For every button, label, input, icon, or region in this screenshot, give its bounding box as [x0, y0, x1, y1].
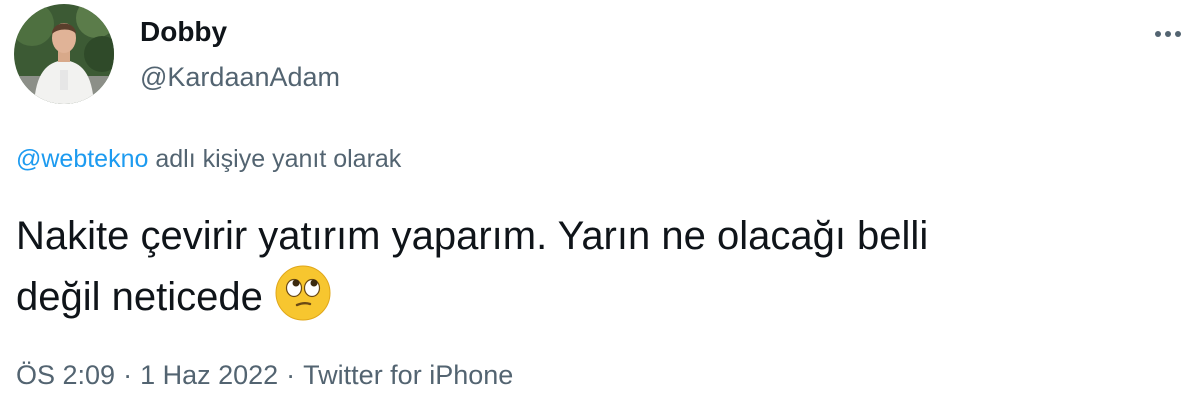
rolling-eyes-emoji-icon: [274, 264, 332, 322]
meta-separator: ·: [286, 360, 296, 390]
author-handle[interactable]: @KardaanAdam: [140, 60, 340, 94]
avatar-photo-icon: [14, 4, 114, 104]
tweet-text-line-2-text: değil neticede: [16, 275, 263, 319]
tweet-source-link[interactable]: Twitter for iPhone: [303, 360, 513, 390]
reply-context-suffix: adlı kişiye yanıt olarak: [155, 145, 402, 173]
tweet-metadata: ÖS 2:09 · 1 Haz 2022 · Twitter for iPhone: [16, 357, 513, 393]
tweet-text: Nakite çevirir yatırım yaparım. Yarın ne…: [16, 208, 1166, 325]
reply-context: @webtekno adlı kişiye yanıt olarak: [16, 142, 401, 176]
reply-mention-link[interactable]: @webtekno: [16, 145, 148, 173]
more-options-button[interactable]: [1148, 14, 1188, 54]
tweet-text-line-2: değil neticede: [16, 264, 1166, 325]
tweet-date[interactable]: 1 Haz 2022: [140, 360, 278, 390]
author-display-name[interactable]: Dobby: [140, 15, 227, 49]
tweet-time[interactable]: ÖS 2:09: [16, 360, 115, 390]
tweet-text-line-1: Nakite çevirir yatırım yaparım. Yarın ne…: [16, 214, 929, 258]
meta-separator: ·: [123, 360, 133, 390]
avatar[interactable]: [14, 4, 114, 104]
more-horizontal-icon: [1155, 31, 1181, 37]
